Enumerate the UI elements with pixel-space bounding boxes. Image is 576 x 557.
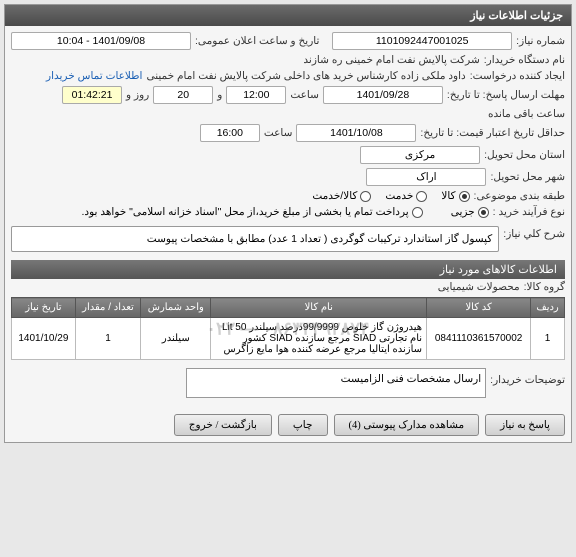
public-date-label: تاریخ و ساعت اعلان عمومی: (195, 35, 319, 47)
contact-link[interactable]: اطلاعات تماس خریدار (46, 70, 142, 82)
radio-treasury[interactable]: پرداخت تمام یا بخشی از مبلغ خرید،از محل … (82, 206, 423, 218)
table-row[interactable]: 1 0841110361570002 هیدروژن گاز خلوص 99/9… (12, 318, 565, 360)
print-button[interactable]: چاپ (278, 414, 328, 436)
th-need-date: تاریخ نیاز (12, 298, 76, 318)
deadline-time: 12:00 (226, 86, 286, 104)
deadline-date: 1401/09/28 (323, 86, 443, 104)
items-header: اطلاعات کالاهای مورد نیاز (11, 260, 565, 279)
validity-date: 1401/10/08 (296, 124, 416, 142)
day-label: روز و (126, 89, 149, 101)
need-details-panel: جزئیات اطلاعات نیاز شماره نیاز: 11010924… (4, 4, 572, 443)
time-label-1: ساعت (290, 89, 319, 101)
footer-buttons: پاسخ به نیاز مشاهده مدارک پیوستی (4) چاپ… (5, 408, 571, 442)
cell-code: 0841110361570002 (427, 318, 531, 360)
desc-text: کپسول گاز استاندارد ترکیبات گوگردی ( تعد… (11, 226, 499, 252)
radio-goods[interactable]: کالا (441, 190, 469, 202)
need-number-value: 1101092447001025 (332, 32, 512, 50)
cell-row: 1 (531, 318, 565, 360)
remaining-label: ساعت باقی مانده (488, 108, 565, 120)
group-value: محصولات شیمیایی (438, 281, 520, 293)
panel-title: جزئیات اطلاعات نیاز (5, 5, 571, 26)
cell-need-date: 1401/10/29 (12, 318, 76, 360)
cell-name: هیدروژن گاز خلوص 99/9999درصد سیلندر Lit … (211, 318, 427, 360)
desc-label: شرح کلي نياز: (503, 222, 565, 240)
validity-label: حداقل تاریخ اعتبار قیمت: تا تاریخ: (420, 127, 565, 139)
and-label: و (217, 89, 222, 101)
city-value: اراک (366, 168, 486, 186)
city-label: شهر محل تحویل: (490, 171, 565, 183)
respond-button[interactable]: پاسخ به نیاز (485, 414, 565, 436)
validity-time: 16:00 (200, 124, 260, 142)
category-radios: کالا خدمت کالا/خدمت (312, 190, 469, 202)
time-label-2: ساعت (264, 127, 293, 139)
buyer-note-label: توضیحات خریدار: (490, 368, 565, 386)
th-unit: واحد شمارش (141, 298, 211, 318)
deadline-label: مهلت ارسال پاسخ: تا تاریخ: (447, 89, 565, 101)
exit-button[interactable]: بازگشت / خروج (174, 414, 272, 436)
buyer-org-value: شرکت پالایش نفت امام خمینی ره شازند (303, 54, 479, 66)
province-value: مرکزی (360, 146, 480, 164)
requester-label: ایجاد کننده درخواست: (470, 70, 565, 82)
category-label: طبقه بندی موضوعی: (474, 190, 565, 202)
province-label: استان محل تحویل: (484, 149, 565, 161)
th-qty: تعداد / مقدار (75, 298, 140, 318)
attachments-button[interactable]: مشاهده مدارک پیوستی (4) (334, 414, 480, 436)
remaining-time: 01:42:21 (62, 86, 122, 104)
th-row: ردیف (531, 298, 565, 318)
group-label: گروه کالا: (524, 281, 565, 293)
need-number-label: شماره نیاز: (516, 35, 565, 47)
process-label: نوع فرآیند خرید : (493, 206, 565, 218)
th-name: نام کالا (211, 298, 427, 318)
cell-unit: سیلندر (141, 318, 211, 360)
public-date-value: 1401/09/08 - 10:04 (11, 32, 191, 50)
items-table: ردیف کد کالا نام کالا واحد شمارش تعداد /… (11, 297, 565, 360)
buyer-org-label: نام دستگاه خریدار: (484, 54, 565, 66)
days-value: 20 (153, 86, 213, 104)
buyer-note-value: ارسال مشخصات فنی الزامیست (186, 368, 486, 398)
radio-service[interactable]: خدمت (385, 190, 427, 202)
radio-goods-service[interactable]: کالا/خدمت (312, 190, 371, 202)
cell-qty: 1 (75, 318, 140, 360)
requester-value: داود ملکی زاده کارشناس خرید های داخلی شر… (146, 70, 465, 82)
radio-partial[interactable]: جزیی (451, 206, 489, 218)
th-code: کد کالا (427, 298, 531, 318)
